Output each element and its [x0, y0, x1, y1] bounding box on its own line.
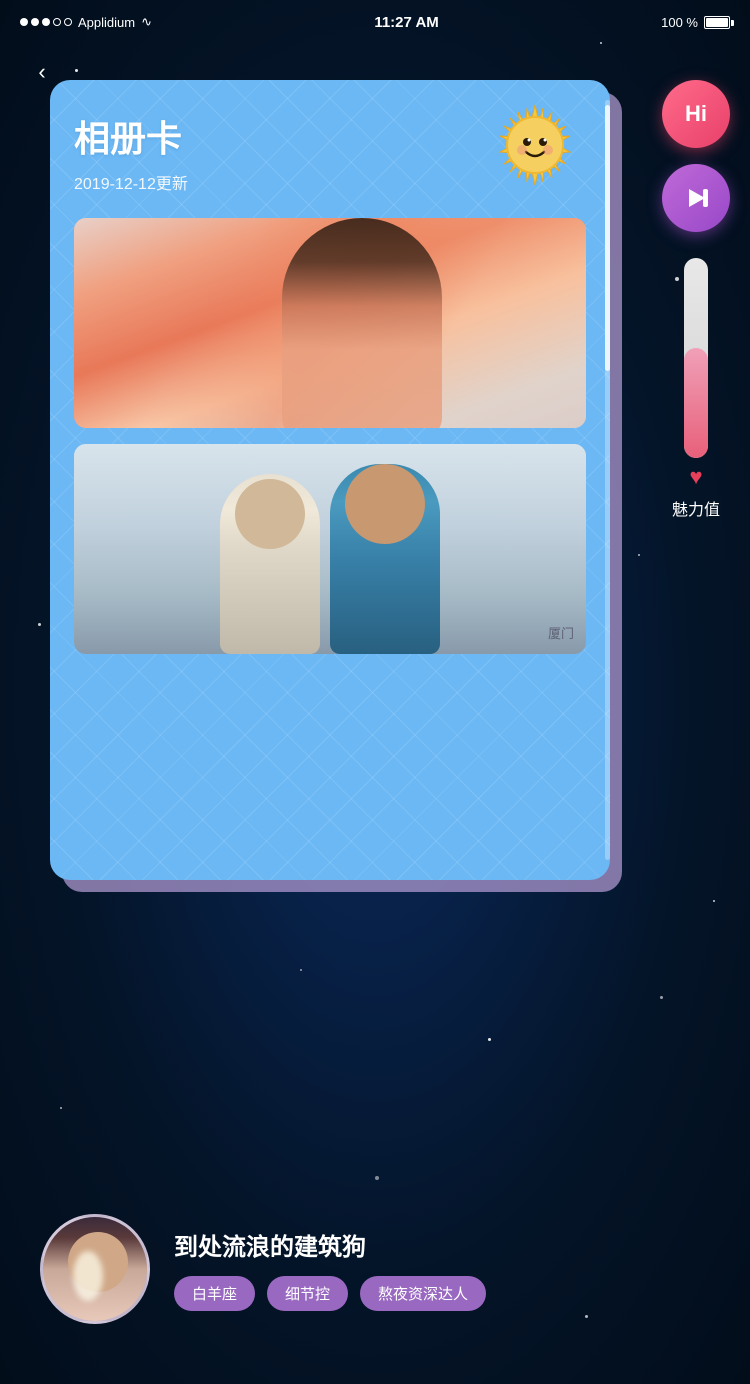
album-card-wrapper: 相册卡 2019-12-12更新 厦门: [50, 80, 610, 880]
battery-percent: 100 %: [661, 15, 698, 30]
photo-2[interactable]: 厦门: [74, 444, 586, 654]
charm-meter: ♥ 魅力值: [672, 258, 720, 520]
battery-shell: [704, 16, 730, 29]
wifi-icon: ∿: [141, 14, 152, 30]
photo-location: 厦门: [548, 623, 574, 642]
meter-track: [684, 258, 708, 458]
signal-dot-5: [64, 18, 72, 26]
tag-detail[interactable]: 细节控: [267, 1276, 348, 1311]
status-right: 100 %: [661, 15, 730, 30]
person-1: [220, 474, 320, 654]
photo-2-couple: [180, 454, 480, 654]
album-card[interactable]: 相册卡 2019-12-12更新 厦门: [50, 80, 610, 880]
charm-label: 魅力值: [672, 496, 720, 520]
hi-button[interactable]: Hi: [662, 80, 730, 148]
user-info: 到处流浪的建筑狗 白羊座 细节控 熬夜资深达人: [174, 1227, 710, 1311]
back-button[interactable]: ‹: [24, 54, 60, 90]
status-left: Applidium ∿: [20, 14, 152, 30]
signal-dot-2: [31, 18, 39, 26]
photo-1-girl: [282, 218, 442, 428]
right-panel: Hi ♥ 魅力值: [662, 80, 730, 520]
signal-dots: [20, 18, 72, 26]
signal-dot-1: [20, 18, 28, 26]
user-section: 到处流浪的建筑狗 白羊座 细节控 熬夜资深达人: [0, 1214, 750, 1324]
status-bar: Applidium ∿ 11:27 AM 100 %: [0, 0, 750, 44]
tag-aries[interactable]: 白羊座: [174, 1276, 255, 1311]
carrier-label: Applidium: [78, 15, 135, 30]
person-2: [330, 464, 440, 654]
signal-dot-3: [42, 18, 50, 26]
charm-heart-icon: ♥: [689, 464, 702, 490]
avatar-light: [73, 1251, 103, 1301]
meter-fill: [684, 348, 708, 458]
user-avatar[interactable]: [40, 1214, 150, 1324]
status-time: 11:27 AM: [374, 14, 438, 31]
tag-night[interactable]: 熬夜资深达人: [360, 1276, 486, 1311]
photo-2-content: 厦门: [74, 444, 586, 654]
play-button[interactable]: [662, 164, 730, 232]
sun-icon: [490, 100, 580, 190]
card-content: 相册卡 2019-12-12更新 厦门: [74, 110, 586, 654]
battery-fill: [706, 18, 728, 27]
user-name: 到处流浪的建筑狗: [174, 1227, 710, 1262]
user-tags: 白羊座 细节控 熬夜资深达人: [174, 1276, 710, 1311]
scroll-thumb: [605, 105, 610, 371]
photo-1[interactable]: [74, 218, 586, 428]
signal-dot-4: [53, 18, 61, 26]
scroll-indicator: [605, 100, 610, 860]
battery-icon: [704, 16, 730, 29]
photo-1-content: [74, 218, 586, 428]
